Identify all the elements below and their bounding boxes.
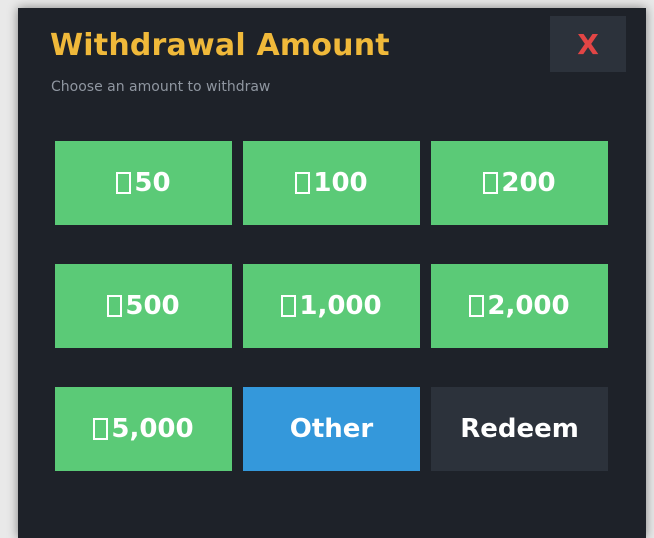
amount-button-1000[interactable]: 1,000 [243,264,420,348]
amount-button-5000[interactable]: 5,000 [55,387,232,471]
amount-label: 1,000 [299,291,382,321]
amount-button-100[interactable]: 100 [243,141,420,225]
amount-grid: 50 100 200 500 1,000 2,000 5,000 Other R… [55,141,608,471]
dialog-title: Withdrawal Amount [50,28,390,63]
currency-icon [93,418,109,440]
dialog-subtitle: Choose an amount to withdraw [51,79,271,95]
amount-label: 100 [313,168,368,198]
amount-button-2000[interactable]: 2,000 [431,264,608,348]
close-button[interactable]: X [550,16,626,72]
currency-icon [116,172,132,194]
currency-icon [107,295,123,317]
amount-button-50[interactable]: 50 [55,141,232,225]
withdrawal-dialog: Withdrawal Amount Choose an amount to wi… [18,8,646,538]
currency-icon [281,295,297,317]
amount-button-200[interactable]: 200 [431,141,608,225]
amount-label: 2,000 [487,291,570,321]
currency-icon [483,172,499,194]
currency-icon [295,172,311,194]
redeem-button[interactable]: Redeem [431,387,608,471]
other-amount-button[interactable]: Other [243,387,420,471]
amount-label: 200 [501,168,556,198]
currency-icon [469,295,485,317]
amount-label: 5,000 [111,414,194,444]
amount-button-500[interactable]: 500 [55,264,232,348]
amount-label: 50 [134,168,171,198]
amount-label: 500 [125,291,180,321]
